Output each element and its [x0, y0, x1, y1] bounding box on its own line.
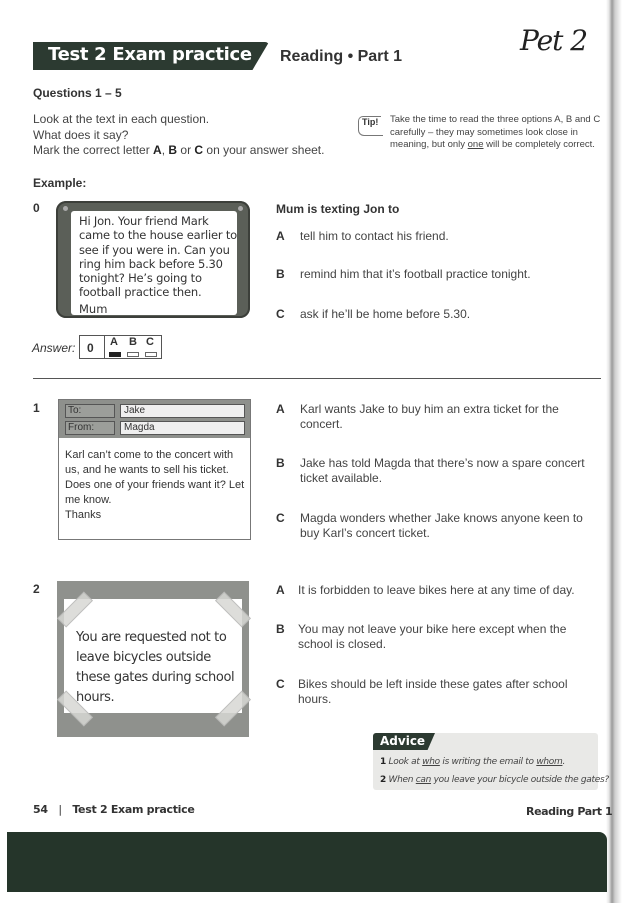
option-text: ask if he’ll be home before 5.30.	[300, 307, 471, 321]
example-label: Example:	[33, 176, 87, 190]
example-prompt: Mum is texting Jon to	[276, 202, 400, 216]
notice-text: You are requested not to leave bicycles …	[76, 630, 235, 705]
tip-emphasis: one	[467, 139, 484, 150]
option-text: You may not leave your bike here except …	[298, 622, 567, 651]
email-from-label: From:	[65, 421, 115, 435]
letter-a: A	[153, 143, 162, 157]
questions-range-label: Questions 1 – 5	[33, 86, 122, 100]
handwritten-note: Pet 2	[520, 24, 588, 57]
answer-letter-c: C	[146, 336, 154, 348]
option-text: remind him that it’s football practice t…	[300, 267, 531, 281]
answer-letter-a: A	[110, 336, 118, 348]
advice-item: 2 When can you leave your bicycle outsid…	[380, 775, 609, 785]
advice-item: 1 Look at who is writing the email to wh…	[380, 757, 565, 767]
footer-section-title: Reading Part 1	[526, 805, 613, 818]
email-body-text: Karl can’t come to the concert with us, …	[65, 449, 245, 506]
answer-letter-b: B	[129, 336, 137, 348]
option-text: Magda wonders whether Jake knows anyone …	[300, 511, 583, 540]
section-title: Reading • Part 1	[280, 48, 403, 65]
phone-screw-icon	[238, 206, 243, 211]
option-text: Jake has told Magda that there’s now a s…	[300, 456, 585, 485]
instruction-text: or	[177, 143, 195, 157]
option-text: It is forbidden to leave bikes here at a…	[298, 583, 575, 597]
answer-mark-c[interactable]	[145, 352, 157, 357]
advice-text: is writing the email to	[439, 757, 537, 767]
answer-label: Answer:	[32, 341, 76, 355]
letter-b: B	[168, 143, 178, 157]
footer-left: 54 | Test 2 Exam practice	[33, 803, 195, 816]
option-text: tell him to contact his friend.	[300, 229, 449, 243]
option-letter: C	[276, 677, 285, 691]
option-letter: A	[276, 229, 285, 243]
section-divider	[33, 378, 601, 379]
page-spine-shadow	[606, 0, 638, 903]
advice-emphasis: who	[422, 757, 440, 767]
advice-emphasis: whom	[536, 757, 563, 767]
option-letter: A	[276, 402, 285, 416]
advice-title: Advice	[380, 734, 426, 748]
instruction-line-2: What does it say?	[33, 127, 129, 142]
email-body: Karl can’t come to the concert with us, …	[65, 448, 247, 523]
option-letter: B	[276, 622, 285, 636]
answer-divider	[104, 335, 105, 359]
option-letter: B	[276, 456, 285, 470]
footer-band	[7, 832, 607, 892]
option-letter: C	[276, 307, 285, 321]
tip-bracket	[358, 127, 383, 136]
advice-text: .	[562, 757, 566, 767]
phone-screw-icon	[63, 206, 68, 211]
letter-c: C	[194, 143, 204, 157]
advice-text: Look at	[388, 757, 423, 767]
answer-mark-b[interactable]	[127, 352, 139, 357]
answer-mark-a[interactable]	[109, 352, 121, 357]
advice-text: you leave your bicycle outside the gates…	[431, 775, 610, 785]
option-text: Karl wants Jake to buy him an extra tick…	[300, 402, 559, 431]
question-number: 2	[33, 582, 40, 596]
tip-badge: Tip!	[358, 116, 382, 127]
instruction-line-3: Mark the correct letter A, B or C on you…	[33, 143, 324, 159]
answer-question-number: 0	[87, 341, 94, 355]
advice-item-number: 2	[380, 775, 386, 785]
advice-item-number: 1	[380, 757, 386, 767]
page-number: 54	[33, 803, 48, 816]
text-message: Hi Jon. Your friend Mark came to the hou…	[79, 214, 238, 300]
email-from-field: Magda	[120, 421, 245, 435]
footer-title: Test 2 Exam practice	[72, 803, 195, 816]
option-letter: B	[276, 267, 285, 281]
email-to-field: Jake	[120, 404, 245, 418]
tip-text: Take the time to read the three options …	[390, 114, 605, 152]
banner-title: Test 2 Exam practice	[48, 44, 252, 65]
option-letter: C	[276, 511, 285, 525]
advice-text: When	[388, 775, 416, 785]
text-message-signature: Mum	[79, 302, 108, 316]
instructions: Look at the text in each question. What …	[33, 112, 324, 159]
footer-separator: |	[58, 803, 62, 816]
option-letter: A	[276, 583, 285, 597]
instruction-text: Mark the correct letter	[33, 143, 154, 157]
option-text: Bikes should be left inside these gates …	[298, 677, 568, 706]
tip-text-part: will be completely correct.	[483, 139, 595, 150]
email-to-label: To:	[65, 404, 115, 418]
instruction-text: on your answer sheet.	[203, 143, 325, 157]
email-closing: Thanks	[65, 509, 102, 521]
example-number: 0	[33, 201, 40, 215]
instruction-line-1: Look at the text in each question.	[33, 112, 210, 126]
question-number: 1	[33, 401, 40, 415]
advice-emphasis: can	[415, 775, 432, 785]
